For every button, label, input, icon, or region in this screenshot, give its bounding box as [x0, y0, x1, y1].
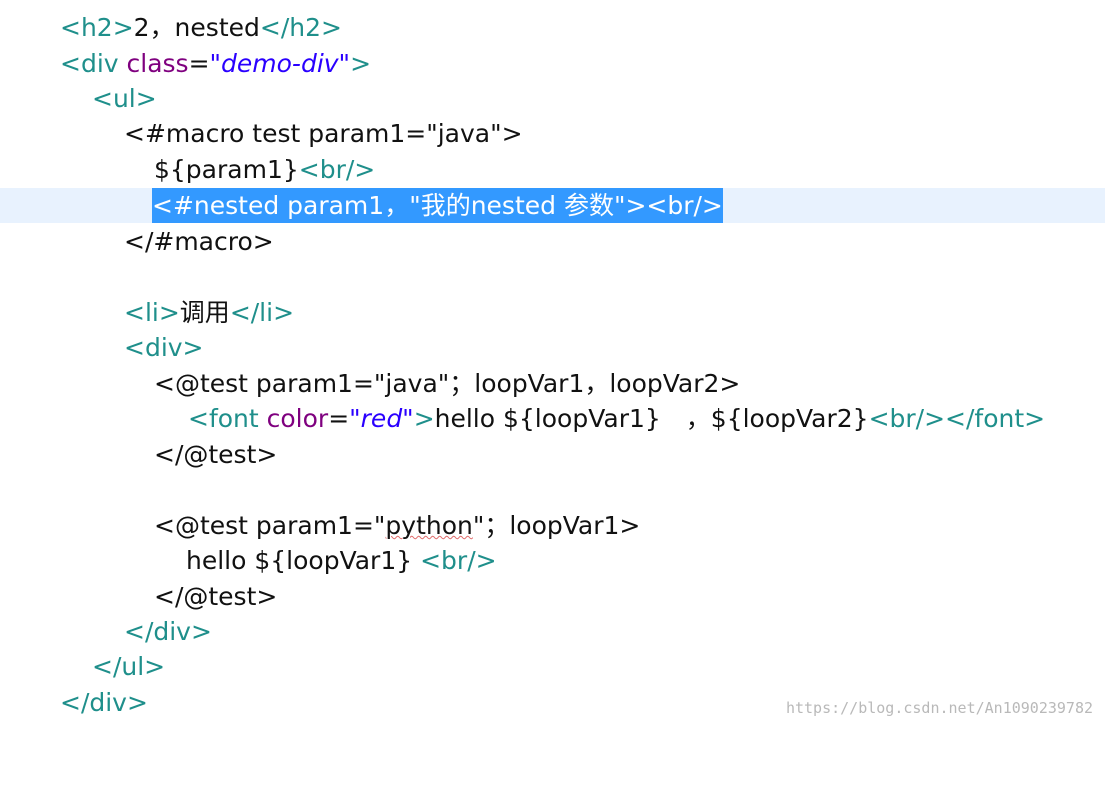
text-token: hello ${loopVar1} ，${loopVar2} — [434, 404, 869, 433]
code-text: <li>调用</li> — [124, 295, 294, 330]
code-line[interactable]: <#macro test param1="java"> — [0, 116, 1105, 151]
text-token: <@test param1="java"；loopVar1，loopVar2> — [154, 369, 741, 398]
code-line[interactable]: <@test param1="python"；loopVar1> — [0, 508, 1105, 543]
tag-token: <br/> — [298, 155, 376, 184]
tag-token: <li> — [124, 298, 180, 327]
code-text: <ul> — [92, 81, 157, 116]
tag-token: </h2> — [259, 13, 342, 42]
code-line[interactable]: <ul> — [0, 81, 1105, 116]
code-text: </@test> — [154, 579, 277, 614]
code-text: </ul> — [92, 649, 165, 684]
code-line[interactable]: </@test> — [0, 437, 1105, 472]
text-token: <#nested param1，"我的nested 参数"><br/> — [152, 191, 723, 220]
tag-token: <font — [188, 404, 267, 433]
code-line[interactable]: <font color="red">hello ${loopVar1} ，${l… — [0, 401, 1105, 436]
text-token: = — [188, 49, 210, 78]
code-text: <font color="red">hello ${loopVar1} ，${l… — [188, 401, 1045, 436]
text-token: </@test> — [154, 440, 278, 469]
tag-token: <br/> — [420, 546, 497, 575]
tag-token: </li> — [229, 298, 295, 327]
code-line[interactable]: </@test> — [0, 579, 1105, 614]
text-token: 2，nested — [133, 13, 260, 42]
code-line[interactable]: <div class="demo-div"> — [0, 46, 1105, 81]
code-line[interactable]: <h2>2，nested</h2> — [0, 10, 1105, 45]
tag-token: </div> — [124, 617, 212, 646]
tag-token: > — [413, 404, 435, 433]
tag-token: > — [350, 49, 372, 78]
tag-token: <br/></font> — [868, 404, 1046, 433]
text-token: </@test> — [154, 582, 278, 611]
text-token: "；loopVar1> — [472, 511, 641, 540]
code-text: <@test param1="python"；loopVar1> — [154, 508, 640, 543]
code-line[interactable]: <@test param1="java"；loopVar1，loopVar2> — [0, 366, 1105, 401]
watermark: https://blog.csdn.net/An1090239782 — [785, 699, 1093, 717]
code-text: </div> — [124, 614, 212, 649]
code-text: hello ${loopVar1} <br/> — [186, 543, 497, 578]
code-text: </#macro> — [124, 224, 274, 259]
value-token: "demo-div" — [209, 49, 351, 78]
tag-token: <h2> — [60, 13, 134, 42]
code-text: ${param1}<br/> — [154, 152, 375, 187]
text-token: <@test param1=" — [154, 511, 386, 540]
code-line[interactable]: </div> — [0, 614, 1105, 649]
text-token: ${param1} — [154, 155, 299, 184]
value-token: "red" — [349, 404, 414, 433]
code-line[interactable]: </#macro> — [0, 224, 1105, 259]
code-editor[interactable]: <h2>2，nested</h2> <div class="demo-div">… — [0, 0, 1105, 727]
code-line-current[interactable]: <#nested param1，"我的nested 参数"><br/> — [0, 188, 1105, 223]
tag-token: <div — [60, 49, 127, 78]
code-text: <div class="demo-div"> — [60, 46, 371, 81]
code-text: <@test param1="java"；loopVar1，loopVar2> — [154, 366, 740, 401]
text-token: <#macro test param1="java"> — [124, 119, 523, 148]
text-token: = — [328, 404, 350, 433]
code-line[interactable]: ${param1}<br/> — [0, 152, 1105, 187]
attribute-token: class — [126, 49, 189, 78]
code-line[interactable]: hello ${loopVar1} <br/> — [0, 543, 1105, 578]
code-line[interactable]: <li>调用</li> — [0, 295, 1105, 330]
spellcheck-token: python — [385, 511, 473, 540]
attribute-token: color — [266, 404, 329, 433]
code-line[interactable]: <div> — [0, 330, 1105, 365]
tag-token: <ul> — [92, 84, 157, 113]
code-text: <#macro test param1="java"> — [124, 116, 523, 151]
code-text: </@test> — [154, 437, 277, 472]
code-text: </div> — [60, 685, 148, 720]
text-token: 调用 — [179, 298, 230, 327]
code-text: <div> — [124, 330, 204, 365]
tag-token: </div> — [60, 688, 148, 717]
tag-token: <div> — [124, 333, 204, 362]
tag-token: </ul> — [92, 652, 166, 681]
code-line[interactable]: </ul> — [0, 649, 1105, 684]
code-text: <h2>2，nested</h2> — [60, 10, 342, 45]
selected-text[interactable]: <#nested param1，"我的nested 参数"><br/> — [152, 188, 723, 223]
text-token: hello ${loopVar1} — [186, 546, 421, 575]
text-token: </#macro> — [124, 227, 274, 256]
